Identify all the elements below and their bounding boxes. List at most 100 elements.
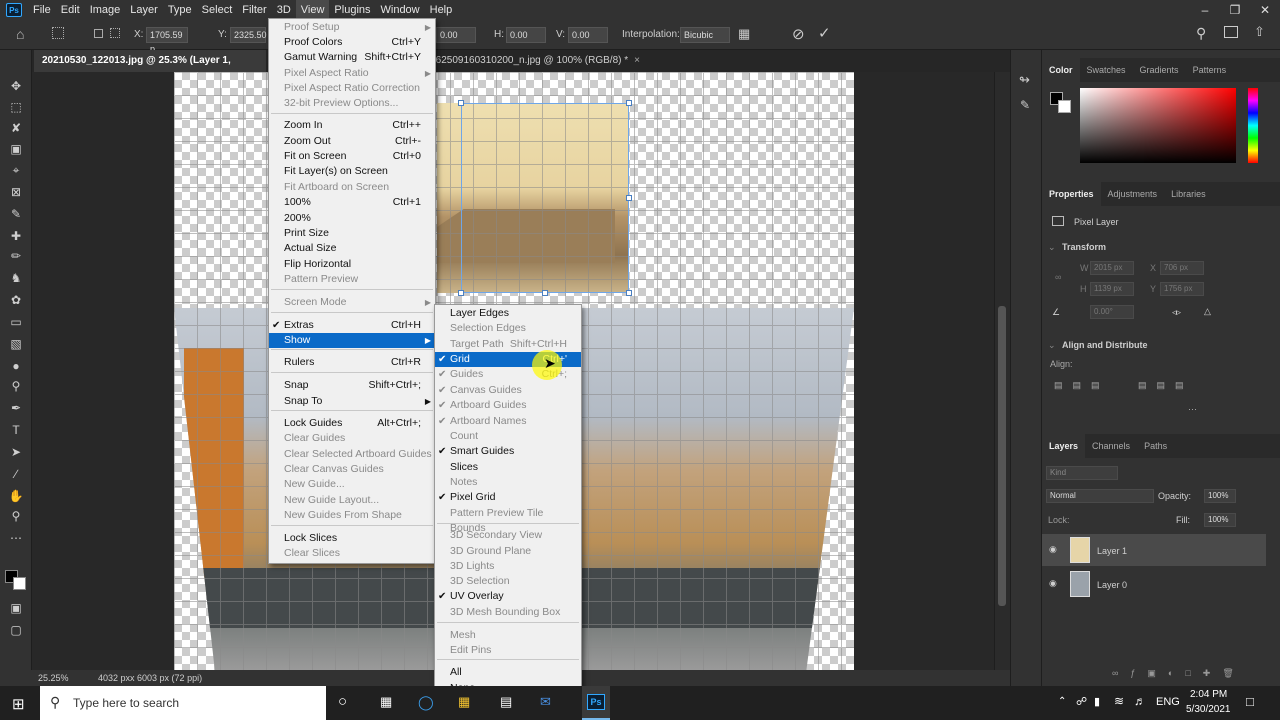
menu-image[interactable]: Image bbox=[85, 0, 126, 20]
view-menu-item[interactable]: Clear Slices bbox=[269, 546, 435, 561]
view-menu-item[interactable]: Pattern Preview bbox=[269, 272, 435, 287]
network-icon[interactable]: ☍ bbox=[1076, 695, 1087, 708]
view-menu-item[interactable]: Actual Size bbox=[269, 241, 435, 256]
transform-handle[interactable] bbox=[626, 100, 632, 106]
stamp-tool-icon[interactable]: ♞ bbox=[8, 270, 24, 286]
tab-adjustments[interactable]: Adjustments bbox=[1101, 182, 1165, 206]
view-menu-item[interactable]: 32-bit Preview Options... bbox=[269, 96, 435, 111]
view-menu-item[interactable]: New Guide Layout... bbox=[269, 493, 435, 508]
tab-properties[interactable]: Properties bbox=[1042, 182, 1101, 206]
transform-bounding-box[interactable] bbox=[461, 103, 629, 293]
show-menu-item[interactable]: 3D Selection bbox=[435, 574, 581, 589]
show-menu-item[interactable]: 3D Ground Plane bbox=[435, 544, 581, 559]
x-input[interactable]: 1705.59 p bbox=[146, 27, 188, 54]
distribute-buttons-icon[interactable]: ▤▤▤ bbox=[1138, 380, 1194, 391]
show-menu-item[interactable]: All bbox=[435, 665, 581, 680]
hue-slider[interactable] bbox=[1248, 88, 1258, 163]
background-color-swatch[interactable] bbox=[13, 577, 26, 590]
tab-document-1[interactable]: 20210530_122013.jpg @ 25.3% (Layer 1, RG… bbox=[34, 50, 266, 88]
view-menu-item[interactable]: ✔ Extras Ctrl+H bbox=[269, 318, 435, 333]
show-menu-item[interactable]: 3D Mesh Bounding Box bbox=[435, 605, 581, 620]
angle-prop-input[interactable]: 0.00° bbox=[1090, 305, 1134, 319]
menu-help[interactable]: Help bbox=[425, 0, 458, 20]
tab-patterns[interactable]: Patterns bbox=[1186, 58, 1234, 82]
show-menu-item[interactable]: Pattern Preview Tile Bounds bbox=[435, 506, 581, 534]
show-hidden-icons[interactable]: ⌃ bbox=[1058, 696, 1066, 707]
more-tools-icon[interactable]: ⋯ bbox=[8, 530, 24, 546]
link-icon[interactable]: ∞ bbox=[1055, 272, 1061, 282]
taskbar-search-box[interactable]: ⚲ Type here to search bbox=[40, 686, 326, 720]
notifications-icon[interactable]: □ bbox=[1246, 694, 1254, 709]
menu-plugins[interactable]: Plugins bbox=[329, 0, 375, 20]
line-tool-icon[interactable]: ∕ bbox=[8, 466, 24, 482]
clock-date[interactable]: 5/30/2021 bbox=[1186, 704, 1231, 715]
view-menu-item[interactable]: Zoom Out Ctrl+- bbox=[269, 134, 435, 149]
menu-layer[interactable]: Layer bbox=[125, 0, 163, 20]
chevron-down-icon[interactable]: ⌄ bbox=[1048, 242, 1056, 253]
blend-mode-select[interactable]: Normal bbox=[1046, 489, 1154, 503]
vertical-scrollbar[interactable] bbox=[994, 72, 1010, 670]
view-menu-item[interactable]: Gamut Warning Shift+Ctrl+Y bbox=[269, 50, 435, 65]
show-menu-item[interactable]: ✔ Smart Guides bbox=[435, 444, 581, 459]
show-menu-item[interactable]: Notes bbox=[435, 475, 581, 490]
search-icon[interactable]: ⚲ bbox=[1196, 25, 1206, 42]
gradient-tool-icon[interactable]: ▧ bbox=[8, 336, 24, 352]
healing-brush-icon[interactable]: ✚ bbox=[8, 228, 24, 244]
scrollbar-thumb[interactable] bbox=[998, 306, 1006, 606]
mail-icon[interactable]: ✉ bbox=[540, 694, 551, 710]
frame-tool-icon[interactable]: ⊠ bbox=[8, 184, 24, 200]
view-menu-item[interactable]: 100% Ctrl+1 bbox=[269, 195, 435, 210]
show-menu-item[interactable]: ✔ Pixel Grid bbox=[435, 490, 581, 505]
view-menu-item[interactable]: Clear Guides bbox=[269, 431, 435, 446]
home-icon[interactable]: ⌂ bbox=[16, 26, 24, 42]
show-menu-item[interactable]: Mesh bbox=[435, 628, 581, 643]
view-menu-item[interactable]: Screen Mode ▶ bbox=[269, 295, 435, 310]
path-select-icon[interactable]: ➤ bbox=[8, 444, 24, 460]
workspace-icon[interactable] bbox=[1224, 26, 1238, 38]
file-explorer-icon[interactable]: ▦ bbox=[458, 694, 470, 710]
view-menu-item[interactable]: Snap Shift+Ctrl+; bbox=[269, 378, 435, 393]
object-select-icon[interactable]: ▣ bbox=[8, 141, 24, 157]
quick-mask-icon[interactable]: ▣ bbox=[8, 600, 24, 616]
cortana-icon[interactable]: ○ bbox=[338, 693, 347, 710]
w-input[interactable]: 2015 px bbox=[1090, 261, 1134, 275]
marquee-tool-icon[interactable]: ⬚ bbox=[8, 99, 24, 115]
y-input[interactable]: 2325.50 bbox=[230, 27, 267, 43]
view-menu-item[interactable]: Lock Guides Alt+Ctrl+; bbox=[269, 416, 435, 431]
view-menu-item[interactable]: Rulers Ctrl+R bbox=[269, 355, 435, 370]
store-icon[interactable]: ▤ bbox=[500, 694, 512, 710]
tab-swatches[interactable]: Swatches bbox=[1080, 58, 1133, 82]
align-chevron-icon[interactable]: ⌄ bbox=[1048, 340, 1056, 351]
commit-transform-icon[interactable]: ✓ bbox=[818, 24, 831, 42]
battery-icon[interactable]: ▮ bbox=[1094, 695, 1100, 708]
menu-window[interactable]: Window bbox=[376, 0, 425, 20]
clock-time[interactable]: 2:04 PM bbox=[1190, 689, 1227, 700]
history-brush-icon[interactable]: ✿ bbox=[8, 292, 24, 308]
history-panel-icon[interactable]: ↬ bbox=[1019, 72, 1030, 88]
view-menu-item[interactable]: 200% bbox=[269, 211, 435, 226]
align-buttons-icon[interactable]: ▤▤▤ bbox=[1054, 380, 1110, 391]
minimize-icon[interactable]: – bbox=[1190, 0, 1220, 20]
tab-layers[interactable]: Layers bbox=[1042, 434, 1086, 458]
opacity-input[interactable]: 100% bbox=[1204, 489, 1236, 503]
eraser-tool-icon[interactable]: ▭ bbox=[8, 314, 24, 330]
wifi-icon[interactable]: ≋ bbox=[1114, 694, 1124, 708]
reference-point-checkbox[interactable] bbox=[94, 29, 103, 38]
warp-icon[interactable]: ▦ bbox=[738, 26, 750, 42]
v-skew-input[interactable]: 0.00 bbox=[568, 27, 608, 43]
crop-tool-icon[interactable]: ⌖ bbox=[8, 162, 24, 178]
view-menu-item[interactable]: Flip Horizontal bbox=[269, 257, 435, 272]
lasso-tool-icon[interactable]: ✘ bbox=[8, 120, 24, 136]
type-tool-icon[interactable]: T bbox=[8, 422, 24, 438]
eyedropper-icon[interactable]: ✎ bbox=[8, 206, 24, 222]
view-menu-item[interactable]: Lock Slices bbox=[269, 531, 435, 546]
interpolation-select[interactable]: Bicubic bbox=[680, 27, 730, 43]
view-menu-item[interactable]: Fit Layer(s) on Screen bbox=[269, 164, 435, 179]
view-menu-item[interactable]: Clear Canvas Guides bbox=[269, 462, 435, 477]
menu-edit[interactable]: Edit bbox=[56, 0, 85, 20]
language-indicator[interactable]: ENG bbox=[1156, 696, 1180, 708]
eye-icon[interactable]: ◉ bbox=[1049, 544, 1057, 555]
menu-filter[interactable]: Filter bbox=[237, 0, 271, 20]
menu-select[interactable]: Select bbox=[197, 0, 238, 20]
pen-tool-icon[interactable]: ✒ bbox=[8, 400, 24, 416]
